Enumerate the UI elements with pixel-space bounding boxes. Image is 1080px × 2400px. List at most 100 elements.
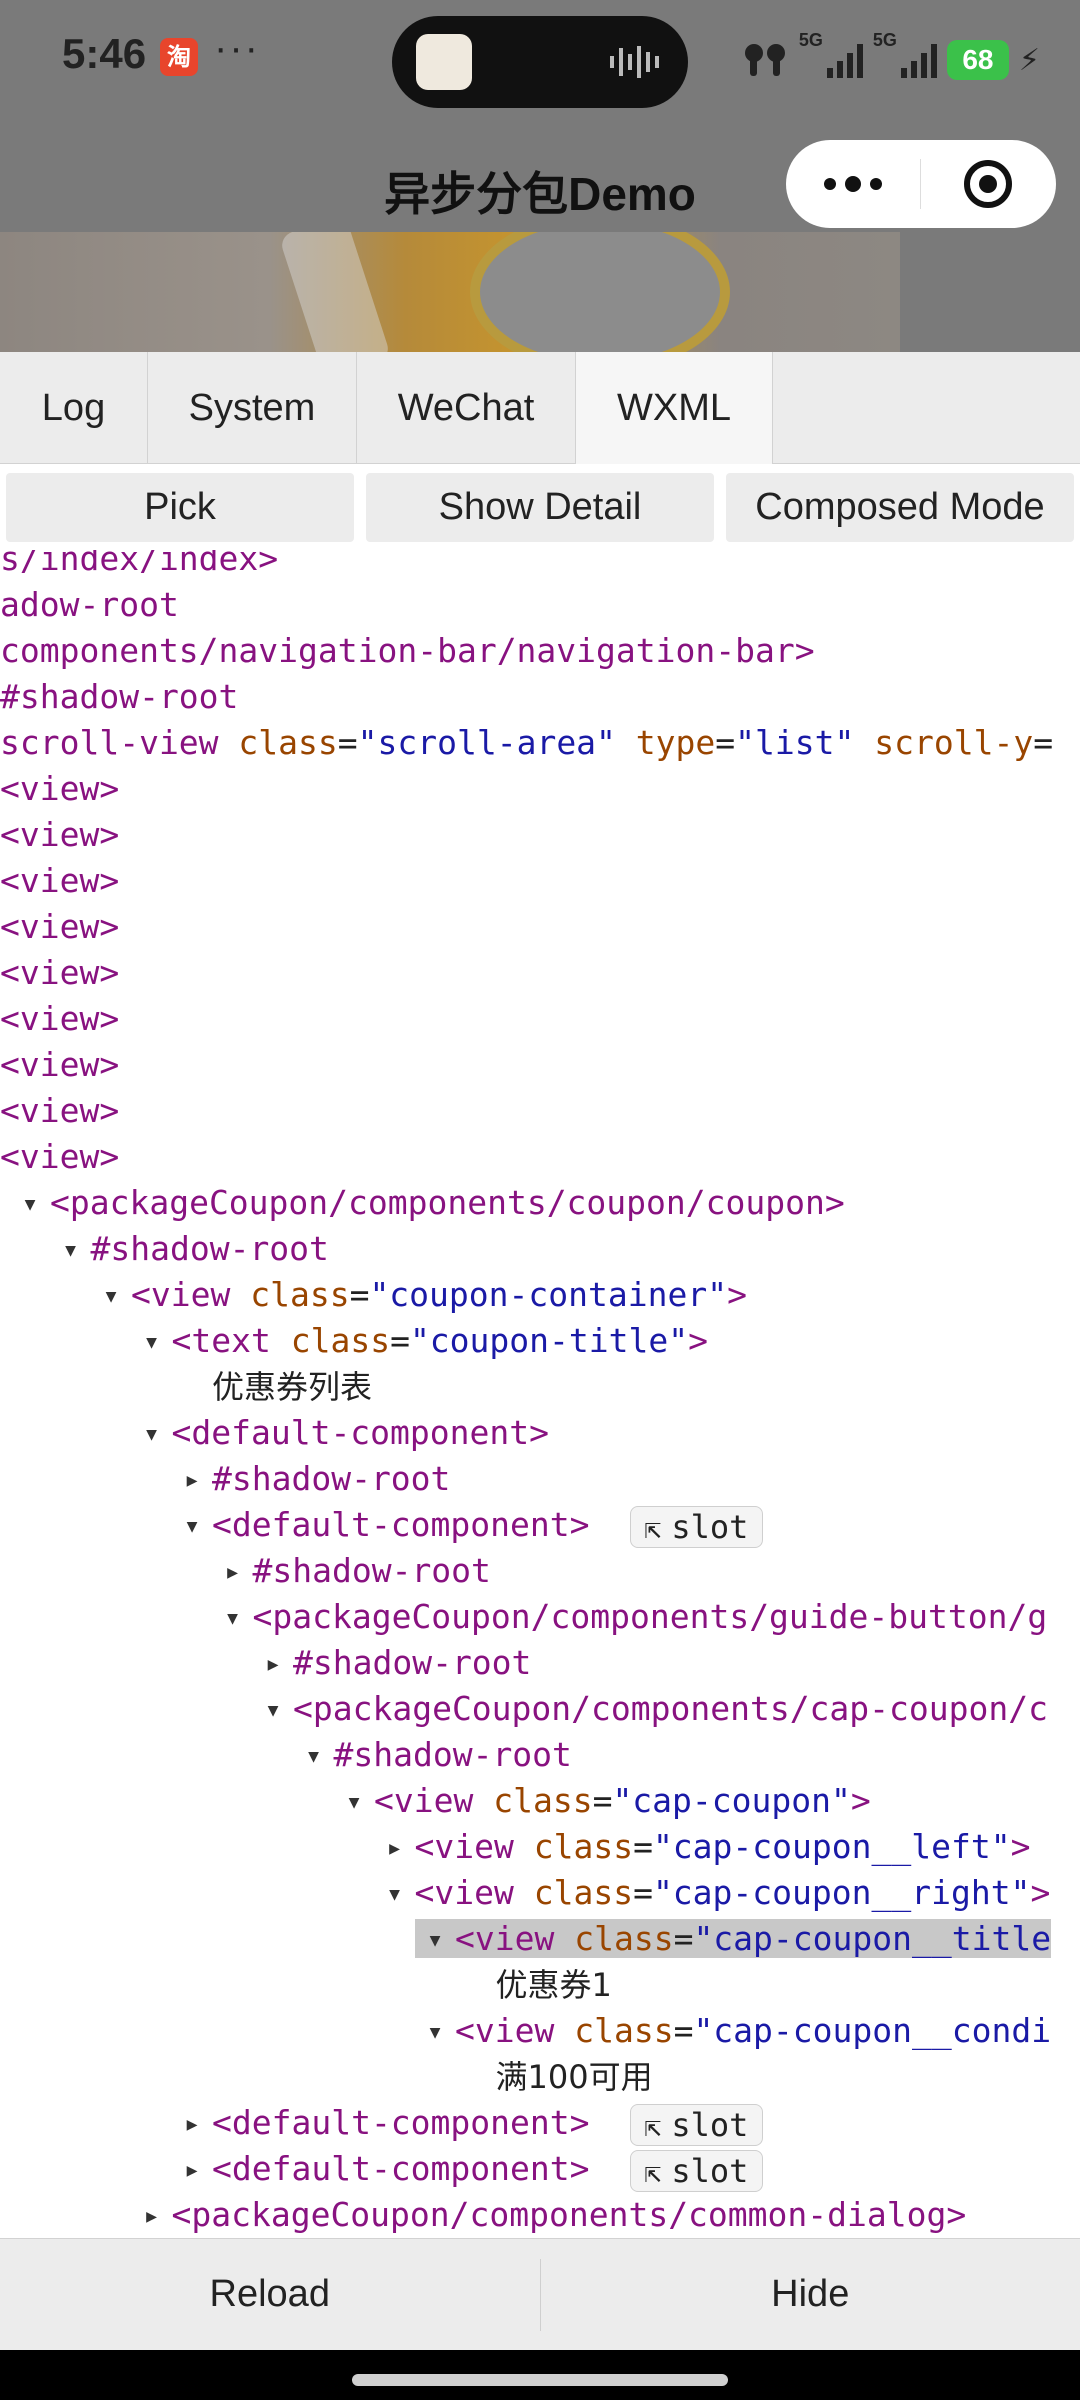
tree-node[interactable]: ▼ <packageCoupon/components/cap-coupon/c — [253, 1686, 1048, 1732]
collapse-arrow-icon[interactable]: ▼ — [10, 1182, 50, 1228]
tree-node[interactable]: ▼ <text class="coupon-title"> — [132, 1318, 708, 1364]
tree-node[interactable]: ▼ <view class="cap-coupon__right"> — [375, 1870, 1050, 1918]
tree-node[interactable]: <view> — [0, 1042, 119, 1088]
tree-text-node[interactable]: 优惠券1 — [456, 1962, 612, 2008]
tree-node[interactable]: #shadow-root — [0, 674, 238, 720]
tree-node[interactable]: ▼ <view class="cap-coupon__title — [415, 1916, 1052, 1964]
tag-name: <view> — [0, 1091, 120, 1130]
app-thumbnail-icon — [416, 34, 472, 90]
tag-name: <view> — [0, 769, 120, 808]
collapse-arrow-icon[interactable]: ▼ — [334, 1780, 374, 1826]
home-indicator[interactable] — [352, 2374, 728, 2386]
tab-wechat[interactable]: WeChat — [357, 352, 576, 464]
hide-button[interactable]: Hide — [541, 2239, 1080, 2351]
tree-node[interactable]: ▶ <default-component> ⇱ slot — [172, 2146, 764, 2194]
tab-wxml[interactable]: WXML — [576, 352, 773, 464]
composed-mode-button[interactable]: Composed Mode — [726, 473, 1074, 542]
tab-system[interactable]: System — [148, 352, 357, 464]
attr-name: class — [250, 1275, 350, 1314]
tab-log[interactable]: Log — [0, 352, 148, 464]
tree-node[interactable]: ▼ #shadow-root — [51, 1226, 329, 1272]
collapse-arrow-icon[interactable]: ▼ — [415, 2010, 455, 2056]
expand-arrow-icon[interactable]: ▶ — [253, 1642, 293, 1688]
collapse-arrow-icon[interactable]: ▼ — [132, 1320, 172, 1366]
slot-jump-icon: ⇱ — [644, 2155, 662, 2189]
collapse-arrow-icon[interactable]: ▼ — [51, 1228, 91, 1274]
collapse-arrow-icon[interactable]: ▼ — [132, 1412, 172, 1458]
tree-node[interactable]: adow-root — [0, 582, 179, 628]
attr-name: class — [238, 723, 338, 762]
tree-node[interactable]: ▼ <default-component> — [132, 1410, 550, 1458]
battery-icon: 68 — [946, 40, 1009, 80]
more-icon — [824, 178, 836, 190]
collapse-arrow-icon[interactable]: ▼ — [172, 1504, 212, 1550]
tree-node[interactable]: ▼ <packageCoupon/components/coupon/coupon… — [10, 1180, 845, 1226]
pick-button[interactable]: Pick — [6, 473, 354, 542]
tag-name: #shadow-root — [0, 677, 239, 716]
tag-name: = — [633, 1827, 653, 1866]
tree-node[interactable]: <view> — [0, 1088, 119, 1134]
tag-name: #shadow-root — [252, 1551, 491, 1590]
tag-name: scroll-view — [0, 723, 239, 762]
tag-name: = — [337, 723, 358, 762]
tree-node[interactable]: ▶ <packageCoupon/components/common-dialog… — [132, 2192, 966, 2239]
tree-node[interactable]: <view> — [0, 996, 119, 1042]
tree-node[interactable]: <view> — [0, 1134, 119, 1180]
expand-arrow-icon[interactable]: ▶ — [132, 2194, 172, 2239]
tree-node[interactable]: ▶ <view class="cap-coupon__left"> — [375, 1824, 1030, 1872]
wxml-tree[interactable]: s/index/index> adow-root components/naviga… — [0, 550, 1080, 2238]
slot-badge[interactable]: ⇱ slot — [629, 2149, 764, 2192]
tag-name: <text — [171, 1321, 291, 1360]
close-miniprogram-button[interactable] — [921, 140, 1055, 228]
tree-node[interactable]: ▶ #shadow-root — [172, 1456, 451, 1504]
tree-node[interactable]: ▼ <view class="cap-coupon"> — [334, 1778, 871, 1824]
navigation-bar: 异步分包Demo — [0, 120, 1080, 232]
attr-name: class — [533, 1827, 634, 1866]
tree-node[interactable]: s/index/index> — [0, 550, 278, 582]
slot-badge[interactable]: ⇱ slot — [629, 1505, 764, 1548]
expand-arrow-icon[interactable]: ▶ — [172, 1458, 212, 1504]
collapse-arrow-icon[interactable]: ▼ — [253, 1688, 293, 1734]
wxml-toolbar: Pick Show Detail Composed Mode — [0, 465, 1080, 550]
tag-name: > — [727, 1275, 747, 1314]
tree-node[interactable]: ▶ #shadow-root — [253, 1640, 532, 1688]
tag-name: <default-component> — [171, 1413, 550, 1452]
dynamic-island[interactable] — [392, 16, 688, 108]
tree-node[interactable]: <view> — [0, 812, 119, 858]
collapse-arrow-icon[interactable]: ▼ — [415, 1918, 455, 1964]
tree-node[interactable]: ▼ <view class="coupon-container"> — [91, 1272, 747, 1318]
expand-arrow-icon[interactable]: ▶ — [375, 1826, 415, 1872]
expand-arrow-icon[interactable]: ▶ — [172, 2102, 212, 2148]
attr-value: "list" — [735, 723, 855, 762]
expand-arrow-icon[interactable]: ▶ — [213, 1550, 253, 1596]
collapse-arrow-icon[interactable]: ▼ — [213, 1596, 253, 1642]
collapse-arrow-icon[interactable]: ▼ — [91, 1274, 131, 1320]
tree-node[interactable]: <view> — [0, 766, 119, 812]
collapse-arrow-icon[interactable]: ▼ — [375, 1872, 415, 1918]
collapse-arrow-icon[interactable]: ▼ — [294, 1734, 334, 1780]
tag-name: <packageCoupon/components/cap-coupon/c — [293, 1689, 1048, 1728]
tree-node[interactable]: ▼ <packageCoupon/components/guide-button/… — [213, 1594, 1047, 1642]
reload-button[interactable]: Reload — [0, 2239, 540, 2351]
slot-badge[interactable]: ⇱ slot — [629, 2103, 764, 2146]
tree-node[interactable]: components/navigation-bar/navigation-bar… — [0, 628, 815, 674]
attr-value: "cap-coupon__condi — [693, 2011, 1052, 2050]
tree-node[interactable]: scroll-view class="scroll-area" type="li… — [0, 720, 1053, 766]
tree-node[interactable]: ▼ #shadow-root — [294, 1732, 572, 1778]
tree-node[interactable]: ▶ <default-component> ⇱ slot — [172, 2100, 764, 2148]
tree-node[interactable]: <view> — [0, 950, 119, 996]
show-detail-button[interactable]: Show Detail — [366, 473, 714, 542]
tree-node[interactable]: ▼ <view class="cap-coupon__condi — [415, 2008, 1051, 2054]
tree-node[interactable]: <view> — [0, 904, 119, 950]
tree-text-node[interactable]: 优惠券列表 — [172, 1364, 372, 1410]
more-button[interactable] — [786, 140, 920, 228]
tree-text-node[interactable]: 满100可用 — [456, 2054, 653, 2100]
attr-name: class — [290, 1321, 391, 1360]
tree-node[interactable]: ▼ <default-component> ⇱ slot — [172, 1502, 764, 1550]
expand-arrow-icon[interactable]: ▶ — [172, 2148, 212, 2194]
tag-name: <view> — [0, 1045, 120, 1084]
tree-node[interactable]: ▶ #shadow-root — [213, 1548, 491, 1594]
tag-name: <view — [131, 1275, 251, 1314]
attr-name: class — [574, 2011, 674, 2050]
tree-node[interactable]: <view> — [0, 858, 119, 904]
